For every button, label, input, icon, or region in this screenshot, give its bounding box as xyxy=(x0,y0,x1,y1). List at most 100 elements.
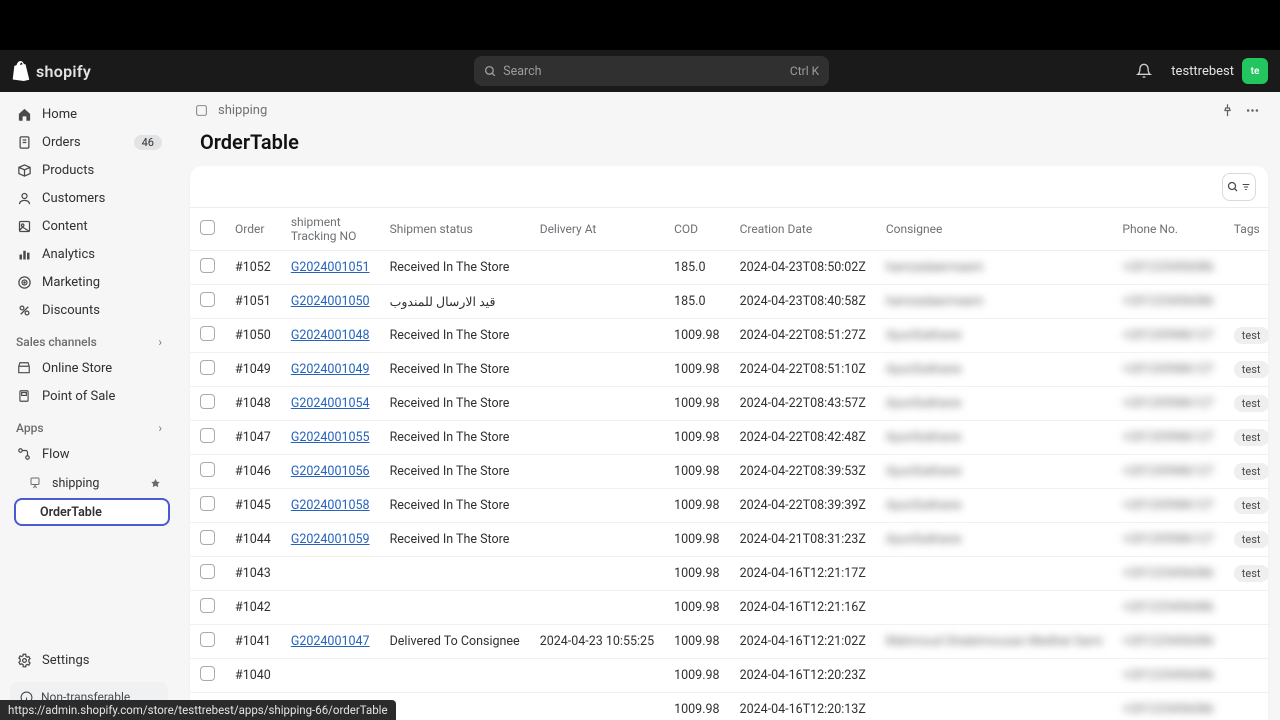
nav-home[interactable]: Home xyxy=(8,100,170,128)
tracking-link[interactable]: G2024001059 xyxy=(291,532,370,547)
cell-status: Received In The Store xyxy=(380,523,530,557)
cell-cod: 1009.98 xyxy=(664,489,729,523)
nav-content-label: Content xyxy=(42,219,162,234)
table-row[interactable]: #1047G2024001055Received In The Store100… xyxy=(190,421,1268,455)
app-shipping-ordertable[interactable]: OrderTable xyxy=(14,498,170,526)
nav-discounts[interactable]: Discounts xyxy=(8,296,170,324)
row-checkbox[interactable] xyxy=(200,666,215,681)
col-consignee[interactable]: Consignee xyxy=(876,208,1113,251)
row-checkbox[interactable] xyxy=(200,632,215,647)
tracking-link[interactable]: G2024001051 xyxy=(291,260,370,275)
table-row[interactable]: #1041G2024001047Delivered To Consignee20… xyxy=(190,625,1268,659)
row-checkbox[interactable] xyxy=(200,462,215,477)
cell-status xyxy=(380,591,530,625)
tracking-link[interactable]: G2024001048 xyxy=(291,328,370,343)
tracking-link[interactable]: G2024001056 xyxy=(291,464,370,479)
table-row[interactable]: #1050G2024001048Received In The Store100… xyxy=(190,319,1268,353)
more-actions-icon[interactable] xyxy=(1245,103,1260,118)
row-checkbox[interactable] xyxy=(200,394,215,409)
col-delivery[interactable]: Delivery At xyxy=(530,208,664,251)
table-row[interactable]: #1045G2024001058Received In The Store100… xyxy=(190,489,1268,523)
nav-marketing[interactable]: Marketing xyxy=(8,268,170,296)
row-checkbox[interactable] xyxy=(200,598,215,613)
row-checkbox[interactable] xyxy=(200,360,215,375)
cell-cod: 1009.98 xyxy=(664,319,729,353)
cell-order: #1040 xyxy=(225,659,281,693)
app-shipping[interactable]: shipping xyxy=(8,469,170,497)
table-row[interactable]: #1049G2024001049Received In The Store100… xyxy=(190,353,1268,387)
search-input[interactable]: Search Ctrl K xyxy=(474,56,829,86)
tracking-link[interactable]: G2024001054 xyxy=(291,396,370,411)
table-row[interactable]: #1048G2024001054Received In The Store100… xyxy=(190,387,1268,421)
nav-flow[interactable]: Flow xyxy=(8,440,170,468)
cell-phone: +201205986127 xyxy=(1112,319,1223,353)
table-row[interactable]: #1046G2024001056Received In The Store100… xyxy=(190,455,1268,489)
tracking-link[interactable]: G2024001055 xyxy=(291,430,370,445)
table-row[interactable]: #1051G2024001050قيد الارسال للمندوب185.0… xyxy=(190,285,1268,319)
app-shipping-ordertable-label: OrderTable xyxy=(40,505,102,520)
col-status[interactable]: Shipmen status xyxy=(380,208,530,251)
section-sales-channels[interactable]: Sales channels › xyxy=(8,325,170,353)
table-row[interactable]: #1044G2024001059Received In The Store100… xyxy=(190,523,1268,557)
row-checkbox[interactable] xyxy=(200,258,215,273)
col-phone[interactable]: Phone No. xyxy=(1112,208,1223,251)
pin-filled-icon xyxy=(148,476,162,490)
table-row[interactable]: #10431009.982024-04-16T12:21:17Z+2012254… xyxy=(190,557,1268,591)
nav-settings[interactable]: Settings xyxy=(8,646,170,674)
nav-settings-label: Settings xyxy=(42,653,162,668)
col-tags[interactable]: Tags xyxy=(1224,208,1268,251)
shopify-logo-icon xyxy=(12,61,30,81)
row-checkbox[interactable] xyxy=(200,530,215,545)
cell-cod: 185.0 xyxy=(664,285,729,319)
tracking-link[interactable]: G2024001050 xyxy=(291,294,370,309)
col-creation[interactable]: Creation Date xyxy=(730,208,876,251)
table-row[interactable]: #10401009.982024-04-16T12:20:23Z+2012254… xyxy=(190,659,1268,693)
cell-order: #1050 xyxy=(225,319,281,353)
notifications-button[interactable] xyxy=(1131,58,1157,84)
select-all-checkbox[interactable] xyxy=(200,220,215,235)
cell-status xyxy=(380,693,530,720)
cell-delivery xyxy=(530,557,664,591)
row-checkbox[interactable] xyxy=(200,326,215,341)
cell-tracking xyxy=(281,659,380,693)
col-cod[interactable]: COD xyxy=(664,208,729,251)
col-order[interactable]: Order xyxy=(225,208,281,251)
cell-status: Received In The Store xyxy=(380,421,530,455)
nav-content[interactable]: Content xyxy=(8,212,170,240)
search-filter-button[interactable] xyxy=(1222,173,1256,201)
section-apps[interactable]: Apps › xyxy=(8,411,170,439)
table-row[interactable]: #10421009.982024-04-16T12:21:16Z+2012254… xyxy=(190,591,1268,625)
cell-creation: 2024-04-22T08:51:27Z xyxy=(730,319,876,353)
col-tracking[interactable]: shipment Tracking NO xyxy=(281,208,380,251)
tracking-link[interactable]: G2024001047 xyxy=(291,634,370,649)
cell-order: #1048 xyxy=(225,387,281,421)
nav-customers[interactable]: Customers xyxy=(8,184,170,212)
row-checkbox[interactable] xyxy=(200,292,215,307)
cell-delivery xyxy=(530,319,664,353)
cell-consignee xyxy=(876,659,1113,693)
cell-delivery xyxy=(530,659,664,693)
store-menu[interactable]: testtrebest te xyxy=(1171,58,1268,84)
tracking-link[interactable]: G2024001058 xyxy=(291,498,370,513)
nav-store[interactable]: Online Store xyxy=(8,354,170,382)
nav-orders[interactable]: Orders46 xyxy=(8,128,170,156)
cell-creation: 2024-04-16T12:20:23Z xyxy=(730,659,876,693)
table-row[interactable]: #1052G2024001051Received In The Store185… xyxy=(190,251,1268,285)
nav-pos[interactable]: Point of Sale xyxy=(8,382,170,410)
products-icon xyxy=(16,162,32,178)
row-checkbox[interactable] xyxy=(200,564,215,579)
nav-products[interactable]: Products xyxy=(8,156,170,184)
nav-orders-badge: 46 xyxy=(134,135,162,150)
cell-tags xyxy=(1224,285,1268,319)
topbar: shopify Search Ctrl K testtrebest te xyxy=(0,50,1280,92)
nav-analytics[interactable]: Analytics xyxy=(8,240,170,268)
tracking-link[interactable]: G2024001049 xyxy=(291,362,370,377)
row-checkbox[interactable] xyxy=(200,428,215,443)
cell-status xyxy=(380,557,530,591)
cell-tracking: G2024001049 xyxy=(281,353,380,387)
cell-order: #1041 xyxy=(225,625,281,659)
breadcrumb: shipping xyxy=(178,92,1280,122)
pin-icon xyxy=(28,476,42,490)
row-checkbox[interactable] xyxy=(200,496,215,511)
pin-action-icon[interactable] xyxy=(1220,103,1235,118)
